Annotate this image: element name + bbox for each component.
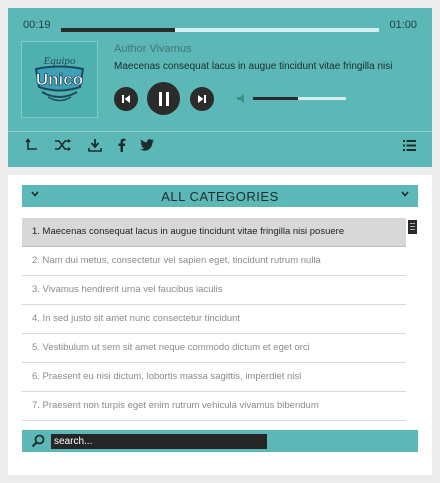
twitter-icon (140, 139, 154, 151)
track-title: Maecenas consequat lacus in augue tincid… (114, 61, 393, 72)
track-item[interactable]: 6. Praesent eu nisi dictum, lobortis mas… (22, 363, 406, 392)
skip-back-icon (122, 95, 130, 103)
shuffle-icon (55, 139, 71, 151)
pause-button[interactable] (147, 82, 180, 115)
playlist-icon (402, 139, 416, 151)
music-player: 00:19 01:00 Equipo Unico Author Vivamus … (8, 8, 432, 167)
category-dropdown[interactable]: ALL CATEGORIES (22, 185, 418, 207)
track-author: Author Vivamus (114, 43, 192, 55)
track-item[interactable]: 4. In sed justo sit amet nunc consectetu… (22, 305, 406, 334)
track-item[interactable]: 1. Maecenas consequat lacus in augue tin… (22, 218, 406, 247)
search-bar (22, 430, 418, 452)
search-icon (31, 434, 45, 448)
chevron-down-icon (401, 191, 409, 197)
seek-bar-fill (61, 28, 176, 32)
shuffle-button[interactable] (53, 137, 73, 153)
volume-icon[interactable] (237, 94, 247, 103)
volume-slider[interactable] (253, 97, 346, 100)
track-item[interactable]: 7. Praesent non turpis eget enim rutrum … (22, 392, 406, 421)
current-time: 00:19 (23, 19, 51, 31)
track-item[interactable]: 3. Vivamus hendrerit urna vel faucibus i… (22, 276, 406, 305)
download-button[interactable] (87, 137, 103, 153)
repeat-button[interactable] (24, 137, 40, 153)
download-icon (88, 139, 102, 152)
pause-icon (158, 91, 169, 106)
svg-text:Unico: Unico (36, 70, 83, 89)
album-cover: Equipo Unico (21, 41, 98, 118)
track-item[interactable]: 2. Nam dui metus, consectetur vel sapien… (22, 247, 406, 276)
total-time: 01:00 (389, 19, 417, 31)
twitter-button[interactable] (139, 137, 155, 153)
category-label: ALL CATEGORIES (161, 189, 279, 204)
playlist-panel: ALL CATEGORIES 1. Maecenas consequat lac… (8, 175, 432, 475)
scrollbar-handle[interactable] (408, 220, 417, 234)
skip-forward-icon (198, 95, 206, 103)
facebook-button[interactable] (114, 137, 130, 153)
playlist-button[interactable] (401, 137, 417, 153)
search-input[interactable] (51, 434, 267, 449)
track-list: 1. Maecenas consequat lacus in augue tin… (22, 218, 406, 421)
previous-button[interactable] (114, 87, 138, 111)
facebook-icon (118, 138, 126, 152)
grip-icon (410, 223, 415, 230)
progress-row: 00:19 01:00 (8, 18, 432, 34)
album-logo: Equipo Unico (34, 55, 85, 102)
svg-text:Equipo: Equipo (43, 55, 76, 67)
track-item[interactable]: 5. Vestibulum ut sem sit amet neque comm… (22, 334, 406, 363)
next-button[interactable] (190, 87, 214, 111)
player-divider (8, 131, 432, 132)
volume-slider-fill (253, 97, 298, 100)
repeat-icon (25, 138, 37, 150)
seek-bar[interactable] (61, 28, 379, 32)
